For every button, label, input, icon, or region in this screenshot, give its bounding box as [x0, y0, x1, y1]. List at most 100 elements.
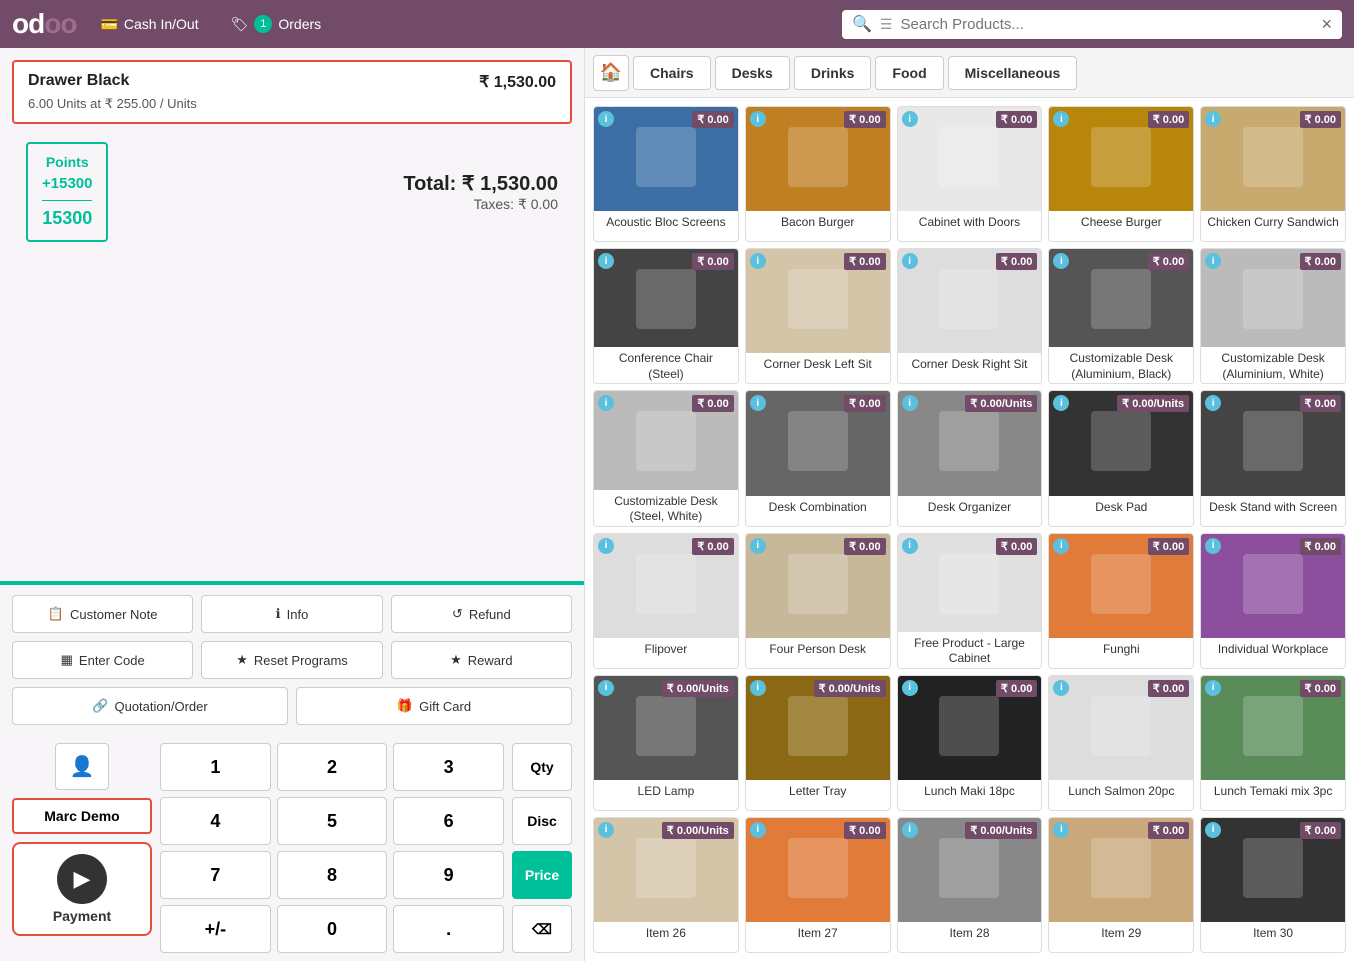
- category-miscellaneous-tab[interactable]: Miscellaneous: [948, 56, 1078, 90]
- product-info-icon[interactable]: i: [1053, 680, 1069, 696]
- num-1-button[interactable]: 1: [160, 743, 271, 791]
- product-card[interactable]: i₹ 0.00Cheese Burger: [1048, 106, 1194, 242]
- category-drinks-tab[interactable]: Drinks: [794, 56, 872, 90]
- product-info-icon[interactable]: i: [598, 395, 614, 411]
- product-info-icon[interactable]: i: [902, 538, 918, 554]
- product-card[interactable]: i₹ 0.00Individual Workplace: [1200, 533, 1346, 669]
- product-card[interactable]: i₹ 0.00Acoustic Bloc Screens: [593, 106, 739, 242]
- product-info-icon[interactable]: i: [1205, 538, 1221, 554]
- product-card[interactable]: i₹ 0.00/UnitsLED Lamp: [593, 675, 739, 811]
- product-info-icon[interactable]: i: [902, 680, 918, 696]
- product-card[interactable]: i₹ 0.00Lunch Salmon 20pc: [1048, 675, 1194, 811]
- product-card[interactable]: i₹ 0.00Customizable Desk (Aluminium, Bla…: [1048, 248, 1194, 384]
- product-info-icon[interactable]: i: [902, 253, 918, 269]
- product-info-icon[interactable]: i: [750, 111, 766, 127]
- product-card[interactable]: i₹ 0.00Bacon Burger: [745, 106, 891, 242]
- customer-note-button[interactable]: 📋 Customer Note: [12, 595, 193, 633]
- product-card[interactable]: i₹ 0.00/UnitsDesk Organizer: [897, 390, 1043, 526]
- num-plusminus-button[interactable]: +/-: [160, 905, 271, 953]
- product-card[interactable]: i₹ 0.00/UnitsItem 28: [897, 817, 1043, 953]
- category-food-tab[interactable]: Food: [875, 56, 943, 90]
- product-card[interactable]: i₹ 0.00Lunch Temaki mix 3pc: [1200, 675, 1346, 811]
- payment-button[interactable]: ▶ Payment: [12, 842, 152, 936]
- product-card[interactable]: i₹ 0.00Free Product - Large Cabinet: [897, 533, 1043, 669]
- product-info-icon[interactable]: i: [1205, 111, 1221, 127]
- product-info-icon[interactable]: i: [902, 822, 918, 838]
- category-home-button[interactable]: 🏠: [593, 55, 629, 91]
- product-card[interactable]: i₹ 0.00/UnitsItem 26: [593, 817, 739, 953]
- refund-button[interactable]: ↺ Refund: [391, 595, 572, 633]
- category-desks-tab[interactable]: Desks: [715, 56, 790, 90]
- product-info-icon[interactable]: i: [902, 395, 918, 411]
- points-earned: +15300: [42, 173, 92, 196]
- num-6-button[interactable]: 6: [393, 797, 504, 845]
- search-input[interactable]: [900, 16, 1313, 33]
- product-card[interactable]: i₹ 0.00Customizable Desk (Aluminium, Whi…: [1200, 248, 1346, 384]
- backspace-button[interactable]: ⌫: [512, 905, 572, 953]
- enter-code-button[interactable]: ▦ Enter Code: [12, 641, 193, 679]
- product-info-icon[interactable]: i: [598, 253, 614, 269]
- product-card[interactable]: i₹ 0.00Cabinet with Doors: [897, 106, 1043, 242]
- product-card[interactable]: i₹ 0.00Four Person Desk: [745, 533, 891, 669]
- product-info-icon[interactable]: i: [750, 680, 766, 696]
- product-info-icon[interactable]: i: [750, 395, 766, 411]
- num-3-button[interactable]: 3: [393, 743, 504, 791]
- product-info-icon[interactable]: i: [1053, 538, 1069, 554]
- price-button[interactable]: Price: [512, 851, 572, 899]
- product-info-icon[interactable]: i: [598, 538, 614, 554]
- product-info-icon[interactable]: i: [1205, 822, 1221, 838]
- reward-button[interactable]: ★ Reward: [391, 641, 572, 679]
- product-info-icon[interactable]: i: [750, 253, 766, 269]
- product-info-icon[interactable]: i: [750, 822, 766, 838]
- product-card[interactable]: i₹ 0.00Desk Stand with Screen: [1200, 390, 1346, 526]
- customer-icon-button[interactable]: 👤: [55, 743, 110, 790]
- product-info-icon[interactable]: i: [1053, 395, 1069, 411]
- reset-programs-button[interactable]: ★ Reset Programs: [201, 641, 382, 679]
- product-card[interactable]: i₹ 0.00Customizable Desk (Steel, White): [593, 390, 739, 526]
- product-info-icon[interactable]: i: [902, 111, 918, 127]
- product-card[interactable]: i₹ 0.00/UnitsDesk Pad: [1048, 390, 1194, 526]
- disc-button[interactable]: Disc: [512, 797, 572, 845]
- customer-name-button[interactable]: Marc Demo: [12, 798, 152, 834]
- product-price-badge: ₹ 0.00/Units: [1117, 395, 1189, 412]
- product-info-icon[interactable]: i: [750, 538, 766, 554]
- gift-card-button[interactable]: 🎁 Gift Card: [296, 687, 572, 725]
- num-8-button[interactable]: 8: [277, 851, 388, 899]
- num-2-button[interactable]: 2: [277, 743, 388, 791]
- category-chairs-tab[interactable]: Chairs: [633, 56, 711, 90]
- num-7-button[interactable]: 7: [160, 851, 271, 899]
- orders-button[interactable]: 🏷 1 Orders: [223, 11, 330, 37]
- product-info-icon[interactable]: i: [1205, 680, 1221, 696]
- product-card[interactable]: i₹ 0.00/UnitsLetter Tray: [745, 675, 891, 811]
- num-5-button[interactable]: 5: [277, 797, 388, 845]
- product-card[interactable]: i₹ 0.00Funghi: [1048, 533, 1194, 669]
- product-card[interactable]: i₹ 0.00Item 27: [745, 817, 891, 953]
- info-button[interactable]: ℹ Info: [201, 595, 382, 633]
- product-card[interactable]: i₹ 0.00Desk Combination: [745, 390, 891, 526]
- quotation-order-button[interactable]: 🔗 Quotation/Order: [12, 687, 288, 725]
- cash-inout-button[interactable]: 💳 Cash In/Out: [92, 12, 206, 37]
- product-card[interactable]: i₹ 0.00Corner Desk Left Sit: [745, 248, 891, 384]
- product-card[interactable]: i₹ 0.00Chicken Curry Sandwich: [1200, 106, 1346, 242]
- num-9-button[interactable]: 9: [393, 851, 504, 899]
- num-dot-button[interactable]: .: [393, 905, 504, 953]
- product-card[interactable]: i₹ 0.00Item 30: [1200, 817, 1346, 953]
- num-4-button[interactable]: 4: [160, 797, 271, 845]
- qty-button[interactable]: Qty: [512, 743, 572, 791]
- order-item-card[interactable]: Drawer Black ₹ 1,530.00 6.00 Units at ₹ …: [12, 60, 572, 124]
- product-card[interactable]: i₹ 0.00Item 29: [1048, 817, 1194, 953]
- product-card[interactable]: i₹ 0.00Lunch Maki 18pc: [897, 675, 1043, 811]
- product-info-icon[interactable]: i: [598, 680, 614, 696]
- product-info-icon[interactable]: i: [1053, 253, 1069, 269]
- product-card[interactable]: i₹ 0.00Conference Chair (Steel): [593, 248, 739, 384]
- num-0-button[interactable]: 0: [277, 905, 388, 953]
- product-info-icon[interactable]: i: [598, 822, 614, 838]
- search-clear-icon[interactable]: ×: [1321, 14, 1332, 35]
- product-info-icon[interactable]: i: [598, 111, 614, 127]
- product-card[interactable]: i₹ 0.00Corner Desk Right Sit: [897, 248, 1043, 384]
- product-info-icon[interactable]: i: [1205, 253, 1221, 269]
- product-info-icon[interactable]: i: [1205, 395, 1221, 411]
- product-card[interactable]: i₹ 0.00Flipover: [593, 533, 739, 669]
- product-info-icon[interactable]: i: [1053, 111, 1069, 127]
- product-info-icon[interactable]: i: [1053, 822, 1069, 838]
